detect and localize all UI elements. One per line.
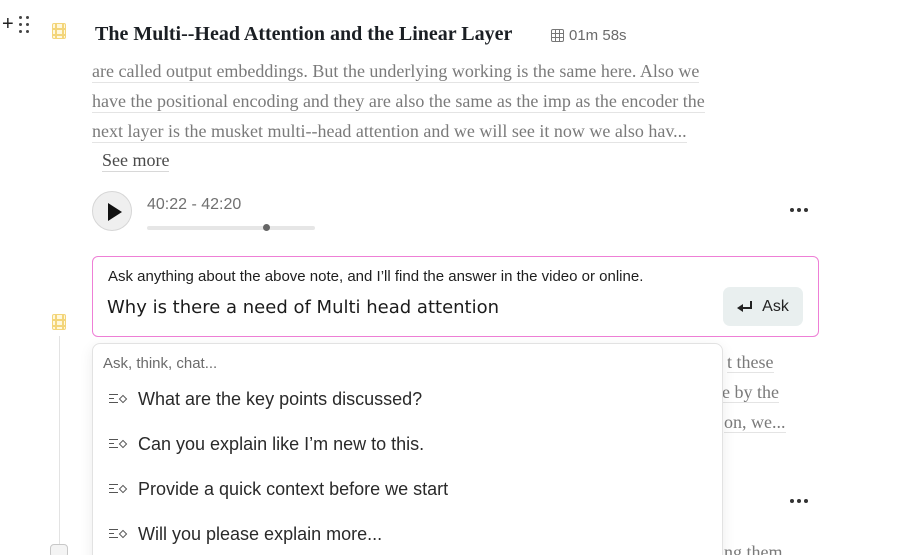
duration-badge: 01m 58s xyxy=(551,27,627,44)
ask-button-label: Ask xyxy=(762,297,789,315)
video-clip-icon xyxy=(50,22,68,40)
drag-handle-icon[interactable] xyxy=(19,16,33,34)
note-icon xyxy=(50,544,68,555)
see-more-link[interactable]: See more xyxy=(102,150,170,172)
video-clip-icon xyxy=(50,313,68,331)
more-options-icon[interactable] xyxy=(790,208,810,214)
sparkle-list-icon xyxy=(109,393,128,405)
suggestion-item[interactable]: Provide a quick context before we start xyxy=(109,474,448,504)
ask-input[interactable] xyxy=(107,294,707,320)
more-options-icon[interactable] xyxy=(790,499,810,505)
sparkle-list-icon xyxy=(109,528,128,540)
transcript-fragment: t these xyxy=(727,352,774,373)
ask-button[interactable]: Ask xyxy=(723,287,803,326)
sparkle-list-icon xyxy=(109,438,128,450)
suggestion-item[interactable]: Can you explain like I’m new to this. xyxy=(109,429,424,459)
suggestion-item[interactable]: Will you please explain more... xyxy=(109,519,382,549)
suggestion-item[interactable]: What are the key points discussed? xyxy=(109,384,422,414)
transcript-fragment: e by the xyxy=(722,382,779,403)
suggestion-label: Will you please explain more... xyxy=(138,523,383,544)
time-range: 40:22 - 42:20 xyxy=(147,196,242,213)
transcript-line: are called output embeddings. But the un… xyxy=(92,61,700,83)
transcript-fragment: on, we... xyxy=(724,412,786,433)
suggestion-label: Provide a quick context before we start xyxy=(138,478,449,499)
duration-text: 01m 58s xyxy=(569,27,627,44)
add-block-button[interactable]: + xyxy=(2,14,14,34)
suggestion-label: What are the key points discussed? xyxy=(138,388,423,409)
timeline-line xyxy=(59,336,60,550)
sparkle-list-icon xyxy=(109,483,128,495)
section-title: The Multi--Head Attention and the Linear… xyxy=(95,23,513,45)
progress-knob[interactable] xyxy=(262,224,270,231)
suggestion-label: Can you explain like I’m new to this. xyxy=(138,433,425,454)
transcript-line: have the positional encoding and they ar… xyxy=(92,91,705,113)
dropdown-heading: Ask, think, chat... xyxy=(103,355,218,372)
film-icon xyxy=(551,29,564,42)
enter-icon xyxy=(737,300,753,313)
progress-track[interactable] xyxy=(147,226,315,230)
ask-hint: Ask anything about the above note, and I… xyxy=(108,268,644,285)
suggestions-dropdown: Ask, think, chat... What are the key poi… xyxy=(92,343,723,555)
transcript-line: next layer is the musket multi--head att… xyxy=(92,121,687,143)
play-button[interactable] xyxy=(92,191,132,231)
transcript-fragment: ng them xyxy=(724,542,783,555)
